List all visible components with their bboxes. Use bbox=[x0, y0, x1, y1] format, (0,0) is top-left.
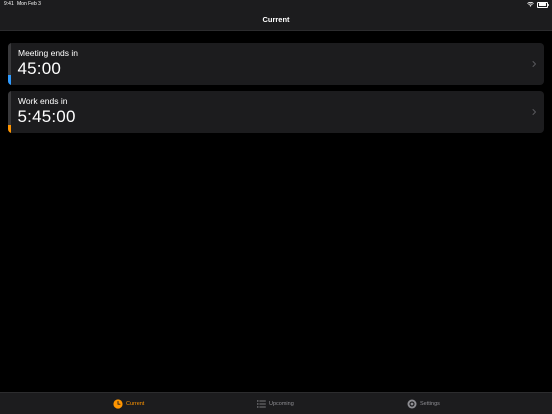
timer-progress-bar bbox=[8, 43, 11, 85]
tab-label: Upcoming bbox=[269, 400, 294, 407]
timer-label: Work ends in bbox=[18, 96, 68, 106]
wifi-icon bbox=[527, 2, 534, 7]
timer-label: Meeting ends in bbox=[18, 48, 79, 58]
timer-progress-bar bbox=[8, 91, 11, 133]
tab-upcoming[interactable]: Upcoming bbox=[257, 393, 294, 414]
clock-icon bbox=[113, 398, 123, 409]
timer-card-meeting[interactable]: Meeting ends in 45:00 bbox=[8, 43, 544, 85]
status-bar: 9:41 Mon Feb 3 bbox=[0, 0, 552, 9]
status-indicators bbox=[527, 0, 549, 9]
app-screen: 9:41 Mon Feb 3 Current Meeting ends in 4… bbox=[0, 0, 552, 414]
navigation-bar: Current bbox=[0, 9, 552, 31]
timer-countdown: 5:45:00 bbox=[17, 107, 76, 126]
timer-countdown: 45:00 bbox=[17, 59, 62, 78]
chevron-right-icon bbox=[532, 109, 536, 115]
status-time: 9:41 bbox=[4, 1, 14, 7]
gear-icon bbox=[407, 399, 417, 408]
status-date: Mon Feb 3 bbox=[17, 1, 41, 7]
tab-current[interactable]: Current bbox=[113, 393, 144, 414]
tab-settings[interactable]: Settings bbox=[407, 393, 440, 414]
chevron-right-icon bbox=[532, 61, 536, 67]
list-icon bbox=[257, 399, 266, 408]
tab-label: Settings bbox=[420, 400, 440, 407]
timer-card-work[interactable]: Work ends in 5:45:00 bbox=[8, 91, 544, 133]
battery-icon bbox=[537, 1, 549, 8]
tab-label: Current bbox=[126, 400, 145, 407]
page-title: Current bbox=[262, 15, 290, 24]
tab-bar: Current Upcoming Settings bbox=[0, 392, 552, 414]
